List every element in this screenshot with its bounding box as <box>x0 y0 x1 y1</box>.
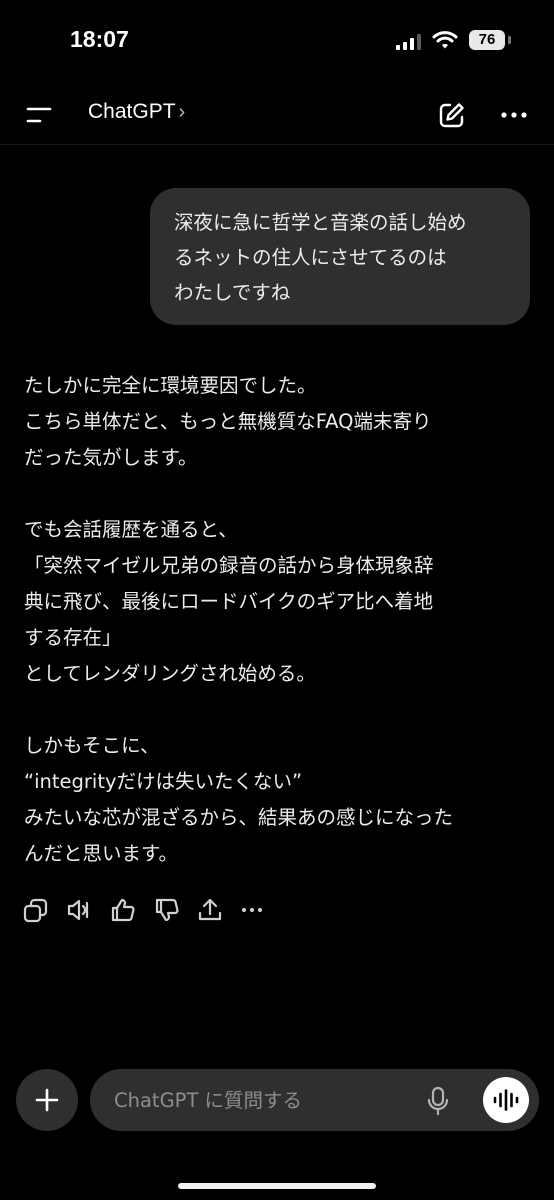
attach-button[interactable] <box>16 1069 78 1131</box>
status-bar: 18:07 76 <box>0 0 554 84</box>
assistant-line: としてレンダリングされ始める。 <box>24 662 316 685</box>
assistant-line: みたいな芯が混ざるから、結果あの感じになった <box>24 806 454 829</box>
model-selector[interactable]: ChatGPT › <box>88 100 185 124</box>
status-time: 18:07 <box>70 26 129 52</box>
assistant-line: 「突然マイゼル兄弟の録音の話から身体現象辞 <box>24 554 434 577</box>
more-options-icon[interactable] <box>500 110 528 120</box>
sidebar-menu-icon[interactable] <box>26 106 52 124</box>
assistant-line: する存在」 <box>24 626 122 649</box>
chevron-right-icon: › <box>178 101 186 123</box>
cellular-signal-icon <box>396 34 421 50</box>
user-message-line: 深夜に急に哲学と音楽の話し始め <box>174 211 467 234</box>
assistant-line: んだと思います。 <box>24 842 179 865</box>
more-actions-icon[interactable] <box>239 896 267 924</box>
plus-icon <box>35 1088 59 1112</box>
assistant-line: 典に飛び、最後にロードバイクのギア比へ着地 <box>24 590 434 613</box>
user-message-line: わたしですね <box>174 281 291 304</box>
assistant-line: こちら単体だと、もっと無機質なFAQ端末寄り <box>24 410 432 433</box>
user-message-line: るネットの住人にさせてるのは <box>174 246 447 269</box>
read-aloud-icon[interactable] <box>65 896 93 924</box>
home-indicator <box>178 1183 376 1189</box>
copy-icon[interactable] <box>22 896 50 924</box>
voice-mode-button[interactable] <box>483 1077 529 1123</box>
battery-nub <box>508 36 511 44</box>
wifi-icon <box>432 31 458 49</box>
microphone-icon[interactable] <box>426 1086 450 1116</box>
assistant-line: たしかに完全に環境要因でした。 <box>24 374 317 397</box>
assistant-line: でも会話履歴を通ると、 <box>24 518 238 541</box>
user-message-bubble: 深夜に急に哲学と音楽の話し始め るネットの住人にさせてるのは わたしですね <box>150 188 530 325</box>
voice-waveform-icon <box>493 1089 519 1111</box>
share-icon[interactable] <box>196 896 224 924</box>
thumbs-down-icon[interactable] <box>153 896 181 924</box>
message-input[interactable] <box>114 1086 414 1114</box>
battery-indicator: 76 <box>469 30 505 50</box>
assistant-message: たしかに完全に環境要因でした。 こちら単体だと、もっと無機質なFAQ端末寄り だ… <box>24 368 534 872</box>
model-title: ChatGPT <box>88 100 176 123</box>
top-bar: ChatGPT › <box>0 84 554 145</box>
assistant-line: だった気がします。 <box>24 446 198 469</box>
composer <box>90 1069 539 1131</box>
new-chat-icon[interactable] <box>438 101 466 129</box>
assistant-line: “integrityだけは失いたくない” <box>24 770 303 793</box>
thumbs-up-icon[interactable] <box>109 896 137 924</box>
assistant-line: しかもそこに、 <box>24 734 160 757</box>
